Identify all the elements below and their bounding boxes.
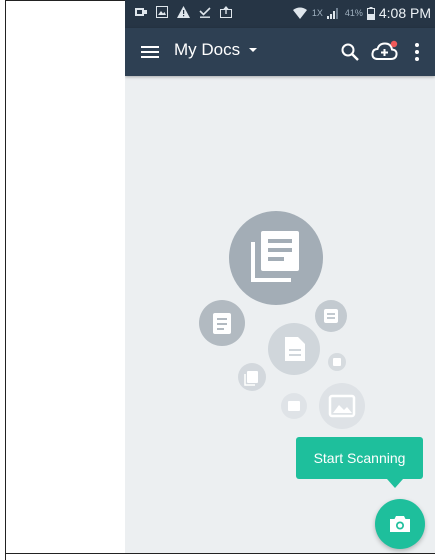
copy-doc-icon xyxy=(238,363,266,391)
phone-screen: 1X 41% 4:08 PM My Docs Start Scanning xyxy=(125,0,435,553)
document-icon xyxy=(199,300,245,346)
list-doc-icon xyxy=(281,393,307,419)
tooltip-arrow xyxy=(387,479,403,488)
scan-camera-button[interactable] xyxy=(375,499,425,549)
tooltip-label: Start Scanning xyxy=(313,450,406,466)
image-icon xyxy=(319,383,365,429)
small-doc-icon xyxy=(328,353,346,371)
file-icon xyxy=(268,323,320,375)
screenshot-border-left xyxy=(5,0,6,560)
start-scanning-tooltip[interactable]: Start Scanning xyxy=(296,437,423,479)
camera-icon xyxy=(390,516,410,532)
library-docs-icon xyxy=(229,211,323,305)
screenshot-border-bottom xyxy=(5,553,435,554)
document-icon xyxy=(315,300,347,332)
